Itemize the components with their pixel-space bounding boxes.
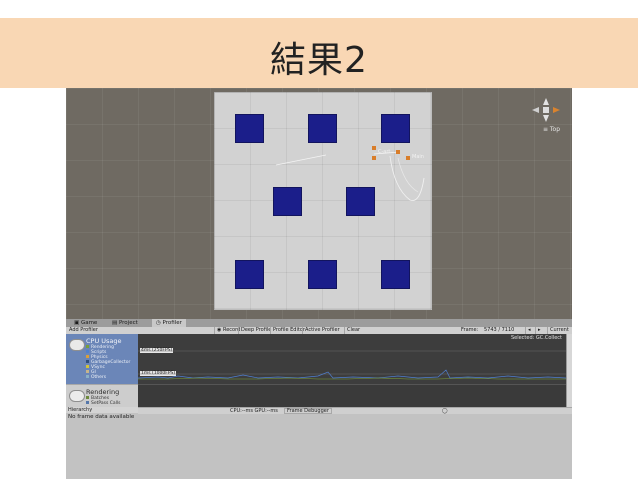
- prev-frame-button[interactable]: ◂: [525, 327, 533, 334]
- editor-tab-bar: ▣ Game ▤ Project ◷ Profiler: [66, 319, 572, 327]
- rendering-area[interactable]: Rendering Batches SetPass Calls: [66, 384, 138, 408]
- cpu-gpu-readout: CPU:--ms GPU:--ms: [230, 408, 278, 414]
- game-board[interactable]: C-art Main: [214, 92, 432, 310]
- frame-value: 5743 / 7110: [484, 327, 515, 333]
- slide-title-banner: 結果2: [0, 18, 638, 88]
- active-profiler-dropdown[interactable]: Active Profiler: [302, 327, 342, 334]
- rendering-icon: [69, 390, 85, 402]
- clear-button[interactable]: Clear: [344, 327, 362, 334]
- legend-swatch: [86, 360, 89, 363]
- hierarchy-dropdown[interactable]: Hierarchy: [66, 407, 140, 413]
- profiler-chart[interactable]: Selected: GC.Collect 4ms (250FPS) 1ms (1…: [138, 334, 566, 408]
- legend-swatch: [86, 350, 89, 353]
- cpu-usage-title: CPU Usage: [86, 337, 122, 345]
- add-profiler-dropdown[interactable]: Add Profiler: [67, 327, 100, 334]
- rendering-title: Rendering: [86, 388, 120, 396]
- cpu-usage-area[interactable]: CPU Usage Rendering Scripts Physics Garb…: [66, 334, 138, 384]
- scene-view[interactable]: C-art Main ≡ Top: [66, 88, 572, 319]
- slide-title: 結果2: [270, 40, 368, 81]
- legend-item[interactable]: SetPass Calls: [86, 401, 121, 406]
- tab-profiler[interactable]: ◷ Profiler: [152, 319, 186, 327]
- rendering-chart[interactable]: [138, 384, 566, 408]
- profiler-status-bar: CPU:--ms GPU:--ms Frame Debugger ◯: [138, 407, 572, 414]
- camera-handle[interactable]: [372, 146, 376, 150]
- camera-label: Main: [412, 154, 424, 160]
- chart-scrollbar[interactable]: [566, 334, 572, 407]
- search-icon[interactable]: ◯: [442, 408, 448, 414]
- frame-label: Frame:: [461, 327, 479, 333]
- frame-debugger-button[interactable]: Frame Debugger: [284, 408, 332, 414]
- current-frame-button[interactable]: Current: [547, 327, 571, 334]
- legend-swatch: [86, 365, 89, 368]
- tab-project[interactable]: ▤ Project: [108, 319, 142, 327]
- cpu-chart[interactable]: Selected: GC.Collect 4ms (250FPS) 1ms (1…: [138, 334, 566, 384]
- legend-swatch: [86, 396, 89, 399]
- legend-swatch: [86, 355, 89, 358]
- cpu-graph-trace: [138, 350, 566, 380]
- legend-swatch: [86, 375, 89, 378]
- profiler-window: ▣ Game ▤ Project ◷ Profiler Add Profiler…: [66, 319, 572, 479]
- camera-label: C-art: [378, 149, 391, 155]
- view-mode-label[interactable]: ≡ Top: [543, 126, 560, 133]
- tab-game[interactable]: ▣ Game: [70, 319, 101, 327]
- deep-profile-button[interactable]: Deep Profile: [238, 327, 273, 334]
- legend-label: Others: [91, 375, 107, 380]
- legend-swatch: [86, 401, 89, 404]
- legend-swatch: [86, 345, 89, 348]
- next-frame-button[interactable]: ▸: [535, 327, 543, 334]
- profiler-area-list: CPU Usage Rendering Scripts Physics Garb…: [66, 334, 138, 408]
- legend-label: SetPass Calls: [91, 401, 121, 406]
- camera-gizmo-lines: [275, 151, 425, 201]
- cpu-icon: [69, 339, 85, 351]
- legend-swatch: [86, 370, 89, 373]
- camera-handle[interactable]: [372, 156, 376, 160]
- camera-handle[interactable]: [406, 156, 410, 160]
- legend-item[interactable]: Others: [86, 375, 106, 380]
- no-frame-message: No frame data available: [68, 414, 135, 420]
- camera-handle[interactable]: [396, 150, 400, 154]
